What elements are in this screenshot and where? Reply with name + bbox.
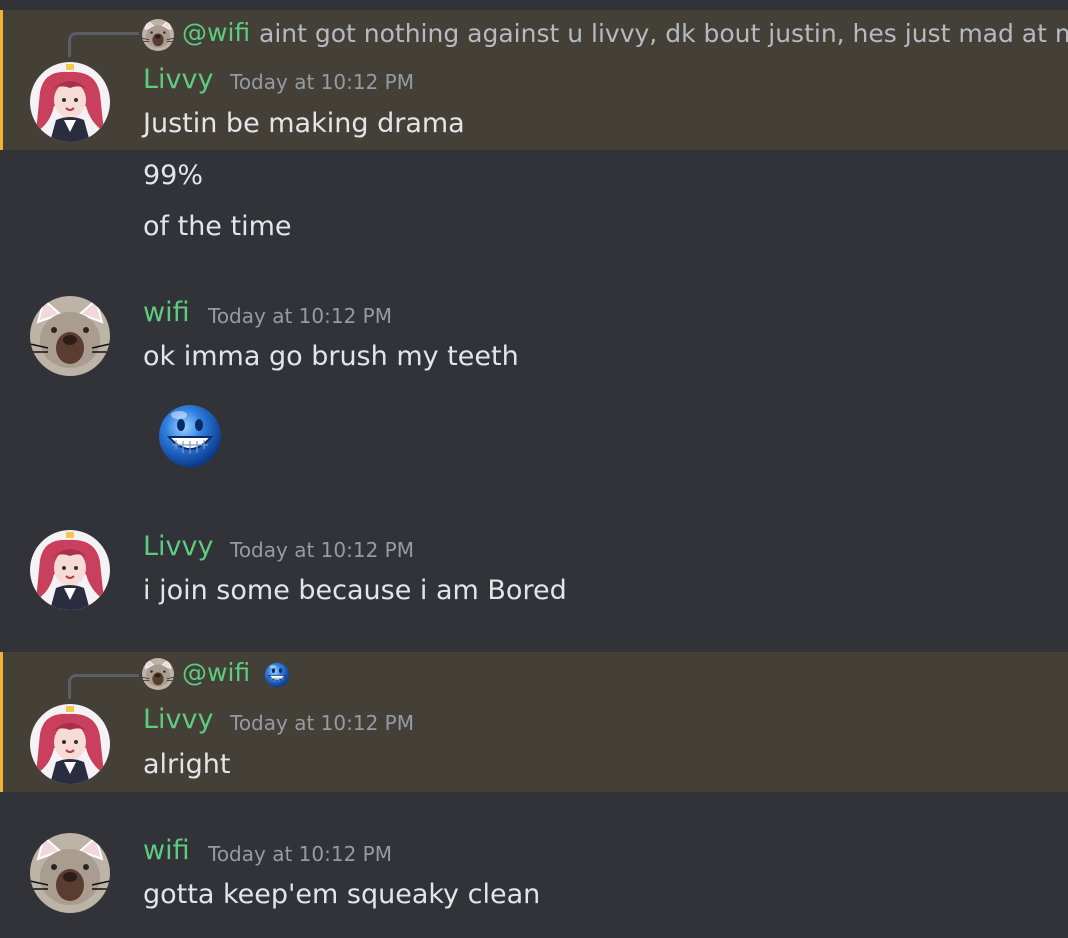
avatar[interactable] <box>30 833 110 913</box>
reply-avatar[interactable] <box>142 658 174 690</box>
username[interactable]: wifi <box>143 297 190 328</box>
message-group[interactable]: @wifi aint got nothing against u livvy, … <box>0 10 1068 150</box>
username[interactable]: Livvy <box>143 64 213 95</box>
wifi-avatar-icon <box>30 833 110 913</box>
username[interactable]: Livvy <box>143 531 213 562</box>
message-text: of the time <box>143 211 292 242</box>
reply-avatar[interactable] <box>142 19 174 51</box>
username[interactable]: Livvy <box>143 704 213 735</box>
wifi-avatar-icon <box>142 658 174 690</box>
avatar[interactable] <box>30 62 110 142</box>
timestamp[interactable]: Today at 10:12 PM <box>208 842 392 866</box>
timestamp[interactable]: Today at 10:12 PM <box>208 304 392 328</box>
reply-preview-text[interactable]: aint got nothing against u livvy, dk bou… <box>259 19 1068 48</box>
livvy-avatar-icon <box>30 62 110 142</box>
grinning-blue-face-emoji-icon[interactable] <box>264 662 290 688</box>
chat-messages: @wifi aint got nothing against u livvy, … <box>0 0 1068 938</box>
message-text: 99% <box>143 160 204 191</box>
message-text: i join some because i am Bored <box>143 575 567 606</box>
message-text: gotta keep'em squeaky clean <box>143 879 541 910</box>
wifi-avatar-icon <box>142 19 174 51</box>
reply-author[interactable]: @wifi <box>182 658 250 687</box>
grinning-blue-face-emoji-icon[interactable] <box>157 403 223 469</box>
timestamp[interactable]: Today at 10:12 PM <box>230 538 414 562</box>
avatar[interactable] <box>30 296 110 376</box>
message-text: Justin be making drama <box>143 108 465 139</box>
message-group[interactable]: @wifi Livvy Today at 10:12 PM alright <box>0 652 1068 792</box>
livvy-avatar-icon <box>30 530 110 610</box>
livvy-avatar-icon <box>30 704 110 784</box>
reply-connector <box>68 32 139 57</box>
message-text: ok imma go brush my teeth <box>143 341 519 372</box>
timestamp[interactable]: Today at 10:12 PM <box>230 70 414 94</box>
username[interactable]: wifi <box>143 835 190 866</box>
avatar[interactable] <box>30 704 110 784</box>
reply-connector <box>68 674 139 699</box>
wifi-avatar-icon <box>30 296 110 376</box>
reply-author[interactable]: @wifi <box>182 18 250 47</box>
message-text: alright <box>143 749 231 780</box>
avatar[interactable] <box>30 530 110 610</box>
timestamp[interactable]: Today at 10:12 PM <box>230 711 414 735</box>
